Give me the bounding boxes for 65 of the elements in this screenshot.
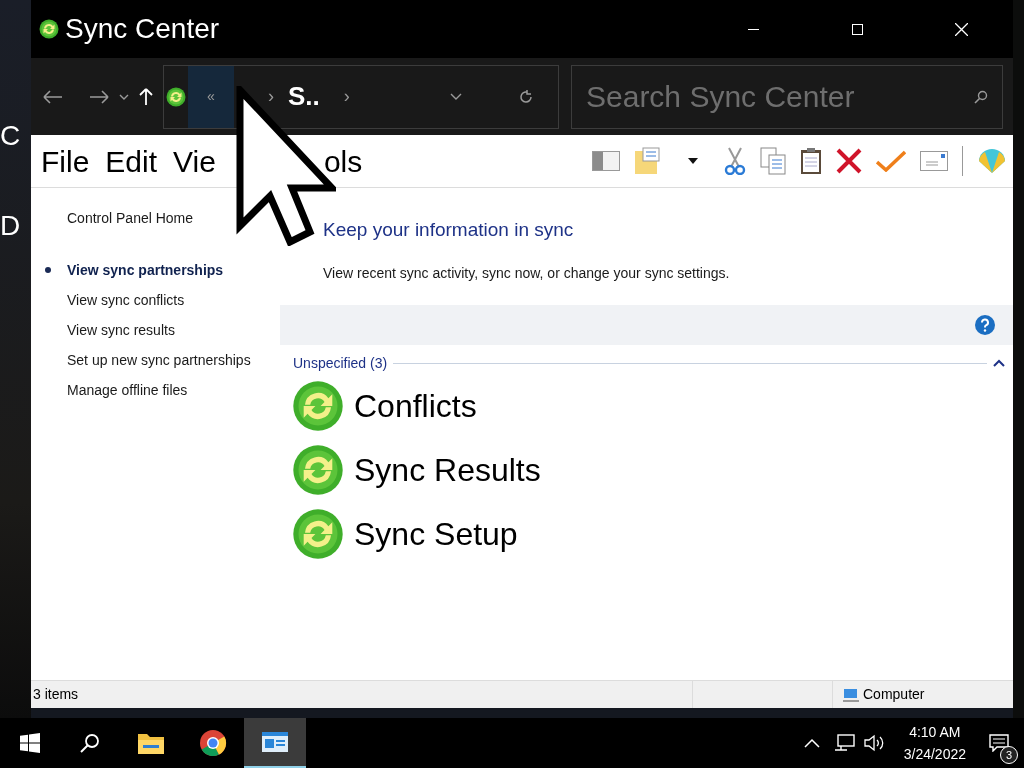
notification-count: 3 bbox=[1000, 746, 1018, 764]
sidebar-link[interactable]: View sync partnerships bbox=[67, 259, 224, 281]
refresh-icon[interactable] bbox=[518, 88, 534, 105]
pane-layout-icon[interactable] bbox=[592, 151, 620, 171]
folder-icon bbox=[137, 731, 165, 755]
sidebar-link[interactable]: View sync results bbox=[67, 319, 175, 341]
clock-time[interactable]: 4:10 AM bbox=[909, 721, 961, 743]
checkmark-icon[interactable] bbox=[876, 150, 906, 172]
chevron-down-icon[interactable] bbox=[450, 93, 462, 100]
zone-label: Computer bbox=[863, 685, 925, 704]
close-icon bbox=[954, 22, 968, 36]
page-heading: Keep your information in sync bbox=[323, 218, 575, 242]
window-title: Sync Center bbox=[65, 12, 220, 46]
taskbar-app[interactable] bbox=[244, 718, 306, 768]
computer-icon bbox=[843, 687, 859, 702]
sync-item[interactable]: Sync Results bbox=[354, 445, 541, 494]
sync-icon bbox=[292, 379, 344, 432]
envelope-icon[interactable] bbox=[920, 151, 948, 171]
notifications-button[interactable]: 3 bbox=[974, 718, 1024, 768]
sidebar-link[interactable]: View sync conflicts bbox=[67, 289, 185, 311]
scissors-icon[interactable] bbox=[724, 147, 746, 175]
menu-item[interactable]: Vie bbox=[173, 138, 216, 184]
search-input[interactable]: Search Sync Center bbox=[586, 74, 974, 119]
item-count: 3 items bbox=[31, 681, 693, 708]
help-icon[interactable] bbox=[975, 314, 995, 335]
network-icon[interactable] bbox=[833, 734, 856, 752]
sync-icon bbox=[39, 19, 59, 39]
sync-item[interactable]: Sync Setup bbox=[354, 509, 518, 558]
crumb-separator[interactable]: › bbox=[343, 83, 350, 110]
sidebar-link[interactable]: Manage offline files bbox=[67, 379, 188, 401]
menu-item[interactable]: Edit bbox=[105, 138, 158, 184]
collapse-caret-icon[interactable] bbox=[993, 359, 1005, 367]
volume-icon[interactable] bbox=[863, 734, 886, 752]
breadcrumb[interactable]: S.. bbox=[288, 77, 320, 116]
sync-item[interactable]: Conflicts bbox=[354, 381, 477, 430]
search-icon bbox=[80, 733, 100, 753]
search-field[interactable]: Search Sync Center bbox=[571, 64, 1003, 129]
browser-icon bbox=[199, 729, 227, 757]
bullet-icon bbox=[45, 267, 51, 273]
chevron-up-icon[interactable] bbox=[803, 738, 820, 748]
address-bar[interactable]: « › S.. › bbox=[163, 64, 559, 129]
windows-icon bbox=[20, 733, 40, 753]
forward-arrow-icon[interactable] bbox=[89, 89, 109, 104]
clipboard-icon[interactable] bbox=[800, 147, 822, 175]
crumb-separator[interactable]: › bbox=[268, 83, 274, 110]
desktop-icon-label: C bbox=[0, 122, 22, 150]
back-arrow-icon[interactable] bbox=[43, 89, 63, 104]
sync-icon bbox=[292, 507, 344, 560]
sidebar-link[interactable]: Set up new sync partnerships bbox=[67, 349, 251, 371]
page-description: View recent sync activity, sync now, or change your sync settings. bbox=[323, 263, 731, 283]
dropdown-arrow-icon[interactable] bbox=[688, 158, 698, 164]
sync-icon bbox=[166, 86, 186, 107]
message-icon bbox=[989, 734, 1009, 752]
control-panel-icon bbox=[261, 730, 289, 754]
group-header[interactable]: Unspecified (3) bbox=[293, 352, 388, 374]
chevron-down-icon[interactable] bbox=[119, 93, 129, 100]
delete-icon[interactable] bbox=[836, 148, 862, 174]
up-arrow-icon[interactable] bbox=[139, 87, 153, 106]
menu-item[interactable]: ols bbox=[323, 138, 363, 184]
sync-icon bbox=[292, 443, 344, 496]
menu-item[interactable]: File bbox=[41, 138, 90, 184]
search-icon[interactable] bbox=[974, 89, 988, 104]
overflow-crumb[interactable]: « bbox=[188, 65, 234, 128]
clock-date[interactable]: 3/24/2022 bbox=[903, 743, 966, 765]
desktop-icon-label: D bbox=[0, 212, 22, 240]
